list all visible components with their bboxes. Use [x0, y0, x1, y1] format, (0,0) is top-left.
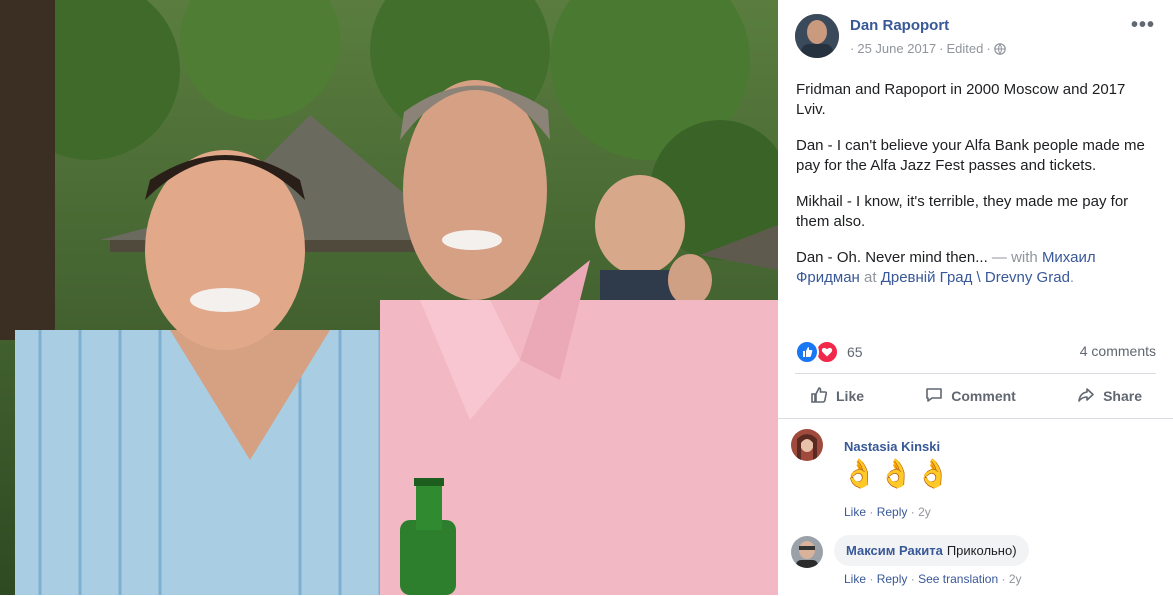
- author-name[interactable]: Dan Rapoport: [850, 17, 949, 34]
- post-meta: · 25 June 2017 · Edited ·: [850, 41, 1006, 56]
- post-date[interactable]: 25 June 2017: [857, 41, 936, 56]
- meta-dot: ·: [986, 41, 991, 56]
- meta-dot: ·: [850, 41, 855, 56]
- with-label: — with: [987, 249, 1042, 266]
- comment-text: Прикольно): [946, 543, 1017, 558]
- ok-hand-emoji: 👌: [878, 458, 914, 489]
- edited-label[interactable]: Edited: [946, 41, 983, 56]
- action-bar: Like Comment Share: [795, 378, 1156, 414]
- comment-bubble: Максим Ракита Прикольно): [834, 535, 1029, 566]
- comment-age[interactable]: 2y: [1009, 572, 1022, 586]
- comment-age[interactable]: 2y: [918, 505, 931, 519]
- meta-dot: ·: [939, 41, 944, 56]
- post-panel: Dan Rapoport · 25 June 2017 · Edited · •…: [778, 0, 1173, 596]
- more-icon[interactable]: •••: [1131, 14, 1155, 37]
- like-label: Like: [836, 388, 865, 404]
- share-label: Share: [1103, 388, 1142, 404]
- comment-actions: Like · Reply · See translation · 2y: [844, 572, 1022, 586]
- separator: ·: [869, 505, 877, 519]
- separator: ·: [910, 505, 919, 519]
- reaction-count[interactable]: 65: [847, 344, 863, 360]
- comment-button[interactable]: Comment: [910, 385, 1030, 408]
- comment-icon: [924, 385, 944, 408]
- ok-hand-emoji: 👌: [842, 458, 877, 489]
- comments-count[interactable]: 4 comments: [1080, 343, 1156, 359]
- post-paragraph: Mikhail - I know, it's terrible, they ma…: [796, 193, 1129, 230]
- separator: ·: [869, 572, 877, 586]
- post-paragraph-last: Dan - Oh. Never mind then... — with Миха…: [796, 248, 1158, 287]
- like-icon: [809, 385, 829, 408]
- author-avatar[interactable]: [795, 14, 839, 58]
- commenter-name[interactable]: Nastasia Kinski: [844, 439, 940, 454]
- end-punct: .: [1069, 268, 1075, 286]
- separator: ·: [910, 572, 919, 586]
- commenter-avatar[interactable]: [791, 429, 823, 461]
- comment-reply-link[interactable]: Reply: [877, 505, 908, 519]
- comment-like-link[interactable]: Like: [844, 505, 866, 519]
- post-photo[interactable]: [0, 0, 778, 595]
- last-paragraph-text: Dan - Oh. Never mind then...: [796, 249, 988, 266]
- share-icon: [1076, 385, 1096, 408]
- commenter-name[interactable]: Максим Ракита: [846, 543, 943, 558]
- comment-label: Comment: [951, 388, 1016, 404]
- post-text: Fridman and Rapoport in 2000 Moscow and …: [796, 80, 1158, 304]
- divider: [795, 373, 1156, 374]
- separator: ·: [1001, 572, 1009, 586]
- post-paragraph: Fridman and Rapoport in 2000 Moscow and …: [796, 81, 1126, 118]
- like-button[interactable]: Like: [795, 385, 878, 408]
- at-label: at: [859, 268, 881, 286]
- ok-hand-emoji: 👌: [915, 458, 951, 489]
- like-reaction-icon: [795, 340, 819, 364]
- comment-emoji-row: 👌 👌 👌: [842, 457, 951, 491]
- see-translation-link[interactable]: See translation: [918, 572, 998, 586]
- comment-actions: Like · Reply · 2y: [844, 505, 931, 519]
- comment-like-link[interactable]: Like: [844, 572, 866, 586]
- globe-icon[interactable]: [993, 42, 1006, 55]
- share-button[interactable]: Share: [1062, 385, 1156, 408]
- comment-reply-link[interactable]: Reply: [877, 572, 908, 586]
- comments-section: Nastasia Kinski 👌 👌 👌 Like · Reply · 2y …: [778, 418, 1173, 596]
- commenter-avatar[interactable]: [791, 536, 823, 568]
- reactions-summary[interactable]: 65: [795, 340, 863, 364]
- place-link[interactable]: Древній Град \ Drevny Grad: [881, 269, 1070, 286]
- post-paragraph: Dan - I can't believe your Alfa Bank peo…: [796, 137, 1145, 174]
